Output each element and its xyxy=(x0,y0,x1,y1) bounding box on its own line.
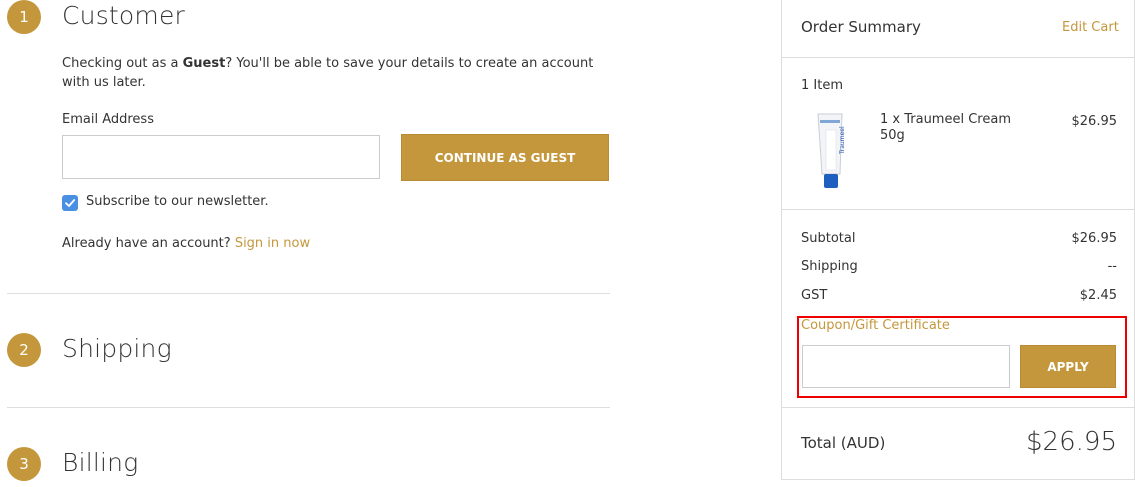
newsletter-label: Subscribe to our newsletter. xyxy=(86,194,269,209)
total-label: Total (AUD) xyxy=(801,434,886,452)
gst-label: GST xyxy=(801,288,828,303)
email-label: Email Address xyxy=(62,112,154,127)
step-title-billing: Billing xyxy=(62,448,139,477)
step-title-customer: Customer xyxy=(62,1,186,30)
intro-pre: Checking out as a xyxy=(62,56,183,71)
coupon-toggle-link[interactable]: Coupon/Gift Certificate xyxy=(801,318,950,333)
step-number-shipping: 2 xyxy=(7,333,41,367)
step-number-billing: 3 xyxy=(7,447,41,481)
edit-cart-link[interactable]: Edit Cart xyxy=(1062,20,1119,35)
guest-intro-text: Checking out as a Guest? You'll be able … xyxy=(62,54,602,92)
sign-in-link[interactable]: Sign in now xyxy=(235,236,310,251)
intro-guest: Guest xyxy=(182,56,226,71)
summary-divider xyxy=(782,407,1134,408)
product-image: Traumeel xyxy=(808,110,858,190)
product-image-label: Traumeel xyxy=(839,126,846,155)
order-summary-title: Order Summary xyxy=(801,18,921,36)
subtotal-value: $26.95 xyxy=(1071,231,1118,246)
step-number-customer: 1 xyxy=(7,0,41,34)
check-icon xyxy=(65,199,76,207)
continue-as-guest-button[interactable]: CONTINUE AS GUEST xyxy=(401,134,609,181)
apply-coupon-button[interactable]: APPLY xyxy=(1020,345,1116,388)
step-title-shipping: Shipping xyxy=(62,334,172,363)
shipping-label: Shipping xyxy=(801,259,858,274)
account-prompt: Already have an account? xyxy=(62,236,231,251)
product-name: 1 x Traumeel Cream 50g xyxy=(880,112,1011,143)
email-field[interactable] xyxy=(62,135,380,179)
section-divider xyxy=(7,293,610,294)
newsletter-checkbox[interactable] xyxy=(62,195,78,211)
summary-divider xyxy=(782,57,1134,58)
shipping-value: -- xyxy=(1107,259,1117,274)
signin-row: Already have an account? Sign in now xyxy=(62,236,310,251)
subtotal-label: Subtotal xyxy=(801,231,856,246)
items-count: 1 Item xyxy=(801,78,843,93)
coupon-input[interactable] xyxy=(802,345,1010,388)
total-value: $26.95 xyxy=(1026,427,1117,457)
summary-divider xyxy=(782,209,1134,210)
gst-value: $2.45 xyxy=(1079,288,1117,303)
section-divider xyxy=(7,407,610,408)
product-price: $26.95 xyxy=(1071,114,1118,129)
